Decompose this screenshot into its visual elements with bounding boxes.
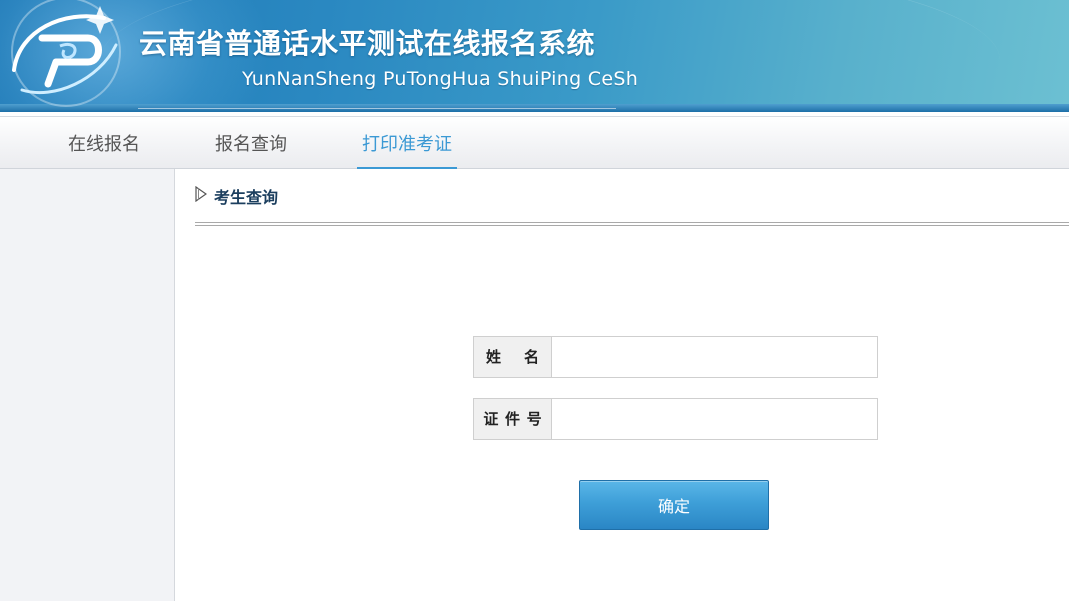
name-label-char: 姓 — [486, 348, 502, 366]
name-field-row: 姓 名 — [473, 336, 878, 378]
nav-item-registration-query[interactable]: 报名查询 — [195, 117, 307, 169]
id-label-char: 号 — [526, 410, 542, 428]
name-label-char: 名 — [523, 348, 539, 366]
id-label-char: 件 — [504, 410, 520, 428]
header-banner: 云南省普通话水平测试在线报名系统 YunNanSheng PuTongHua S… — [0, 0, 1069, 112]
name-label: 姓 名 — [474, 337, 552, 377]
site-subtitle: YunNanSheng PuTongHua ShuiPing CeSh — [242, 68, 639, 90]
id-number-input[interactable] — [552, 399, 877, 439]
main-content: 考生查询 姓 名 证 件 号 确定 — [175, 169, 1069, 601]
section-title: 考生查询 — [214, 188, 279, 207]
nav-item-online-registration[interactable]: 在线报名 — [48, 117, 160, 169]
title-underline — [138, 108, 616, 109]
nav-item-print-admission-ticket[interactable]: 打印准考证 — [357, 117, 457, 169]
id-number-field-row: 证 件 号 — [473, 398, 878, 440]
id-label-char: 证 — [483, 410, 499, 428]
section-divider — [195, 222, 1069, 226]
triangle-right-icon — [195, 186, 207, 202]
nav-bar: 在线报名 报名查询 打印准考证 — [0, 116, 1069, 169]
id-number-label: 证 件 号 — [474, 399, 552, 439]
confirm-button[interactable]: 确定 — [579, 480, 769, 530]
left-sidebar — [0, 169, 175, 601]
name-input[interactable] — [552, 337, 877, 377]
logo-p-swoosh-icon — [11, 0, 121, 107]
site-title: 云南省普通话水平测试在线报名系统 — [139, 27, 596, 60]
